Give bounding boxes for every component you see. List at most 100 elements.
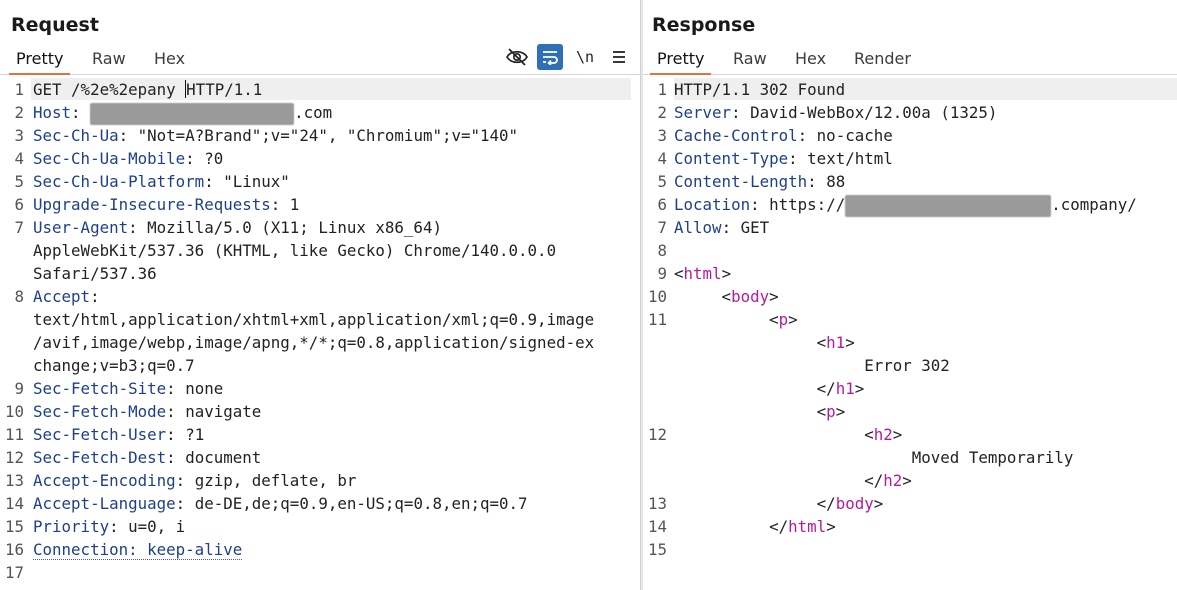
line-content: </html>: [674, 515, 836, 538]
code-line: 5 Content-Length: 88: [643, 170, 1177, 193]
html-tag-name: h2: [873, 425, 893, 444]
line-content: Content-Length: 88: [674, 170, 845, 193]
code-token: <: [674, 310, 779, 329]
tab-render[interactable]: Render: [850, 46, 915, 73]
code-token: :: [175, 471, 195, 490]
code-line: 7 Allow: GET: [643, 216, 1177, 239]
request-editor[interactable]: 1 GET /%2e%2epany HTTP/1.1 2 Host: .com 3 Sec…: [0, 78, 640, 590]
code-token: </: [674, 494, 836, 513]
code-token: :: [90, 287, 100, 306]
line-number: 13: [4, 471, 24, 490]
header-name: Content-Type: [674, 149, 789, 168]
code-token: <: [674, 264, 684, 283]
code-token: navigate: [185, 402, 262, 421]
code-line: 3 Sec-Ch-Ua: "Not=A?Brand";v="24", "Chrom…: [0, 124, 640, 147]
tab-raw[interactable]: Raw: [729, 46, 771, 73]
tab-pretty[interactable]: Pretty: [8, 46, 71, 75]
response-title: Response: [652, 14, 756, 36]
code-line: 10 <body>: [643, 285, 1177, 308]
code-line: 9 Sec-Fetch-Site: none: [0, 377, 640, 400]
code-line: </h2>: [643, 469, 1177, 492]
code-token: :: [270, 195, 290, 214]
line-content: Location: https:// .company/: [674, 193, 1137, 217]
code-line: 2 Server: David-WebBox/12.00a (1325): [643, 101, 1177, 124]
line-number: 14: [647, 517, 667, 536]
line-content: Connection: keep-alive: [33, 538, 243, 561]
line-number: 3: [14, 126, 24, 145]
code-line: /avif,image/webp,image/apng,*/*;q=0.8,ap…: [0, 331, 640, 354]
code-line: 3 Cache-Control: no-cache: [643, 124, 1177, 147]
code-token: >: [873, 494, 884, 513]
code-token: >: [835, 402, 846, 421]
code-token: :: [750, 195, 770, 214]
code-line: 8: [643, 239, 1177, 262]
header-name: Location: [674, 195, 751, 214]
header-name: Content-Length: [674, 172, 808, 191]
tab-hex[interactable]: Hex: [150, 46, 189, 73]
eye-slash-icon: [506, 48, 528, 66]
line-number: 11: [4, 425, 24, 444]
line-number: 11: [647, 310, 667, 329]
header-name: Server: [674, 103, 732, 122]
header-name: Cache-Control: [674, 126, 798, 145]
code-line: AppleWebKit/537.36 (KHTML, like Gecko) C…: [0, 239, 640, 262]
code-token: Mozilla/5.0 (X11; Linux x86_64): [147, 218, 442, 237]
code-token: </: [674, 517, 789, 536]
hide-nonprintable-button[interactable]: [504, 44, 530, 70]
response-pane: Response Pretty Raw Hex Render 1 HTTP/1.1…: [643, 0, 1177, 590]
code-token: :: [166, 448, 186, 467]
header-name: Sec-Fetch-Site: [33, 379, 167, 398]
header-name: Upgrade-Insecure-Requests: [33, 195, 271, 214]
response-editor[interactable]: 1 HTTP/1.1 302 Found 2 Server: David-WebBox…: [643, 78, 1177, 590]
line-content: <body>: [674, 285, 779, 308]
code-token: Moved Temporarily: [674, 448, 1074, 467]
tab-hex[interactable]: Hex: [791, 46, 830, 73]
line-number: 7: [657, 218, 667, 237]
line-content: </h1>: [674, 377, 865, 400]
line-content: </h2>: [674, 469, 912, 492]
header-name: User-Agent: [33, 218, 129, 237]
line-content: Cache-Control: no-cache: [674, 124, 893, 147]
code-line: 5 Sec-Ch-Ua-Platform: "Linux": [0, 170, 640, 193]
menu-button[interactable]: [606, 44, 632, 70]
header-name: Sec-Ch-Ua: [33, 126, 119, 145]
code-token: none: [185, 379, 224, 398]
header-name: Connection: keep-alive: [33, 540, 243, 560]
line-number: 9: [657, 264, 667, 283]
code-line: 14 </html>: [643, 515, 1177, 538]
line-content: HTTP/1.1 302 Found: [674, 78, 845, 101]
code-token: 88: [826, 172, 846, 191]
code-line: 11 <p>: [643, 308, 1177, 331]
line-content: Error 302: [674, 354, 950, 377]
html-tag-name: p: [778, 310, 789, 329]
wrap-lines-button[interactable]: [537, 44, 563, 70]
line-content: <h2>: [674, 423, 902, 446]
code-token: :: [721, 218, 741, 237]
code-token: <: [674, 333, 827, 352]
html-tag-name: html: [788, 517, 827, 536]
line-content: User-Agent: Mozilla/5.0 (X11; Linux x86_…: [33, 216, 442, 239]
code-token: </: [674, 379, 836, 398]
line-content: Accept-Encoding: gzip, deflate, br: [33, 469, 356, 492]
code-token: :: [788, 149, 808, 168]
html-tag-name: body: [731, 287, 770, 306]
tab-raw[interactable]: Raw: [88, 46, 130, 73]
code-line: Safari/537.36: [0, 262, 640, 285]
line-number: 4: [14, 149, 24, 168]
code-token: :: [166, 425, 186, 444]
tab-pretty[interactable]: Pretty: [649, 46, 712, 75]
line-content: Upgrade-Insecure-Requests: 1: [33, 193, 299, 216]
html-tag-name: p: [826, 402, 836, 421]
code-token: ?1: [185, 425, 205, 444]
code-line: 12 <h2>: [643, 423, 1177, 446]
line-content: Sec-Ch-Ua: "Not=A?Brand";v="24", "Chromi…: [33, 124, 518, 147]
line-content: Sec-Fetch-Dest: document: [33, 446, 261, 469]
html-tag-name: h1: [826, 333, 846, 352]
code-token: >: [845, 333, 855, 352]
html-tag-name: h2: [883, 471, 903, 490]
code-token: Safari/537.36: [33, 264, 157, 283]
code-token: HTTP/1.1: [186, 80, 263, 99]
line-number: 10: [4, 402, 24, 421]
code-line: <p>: [643, 400, 1177, 423]
show-newlines-button[interactable]: \n: [572, 44, 598, 70]
